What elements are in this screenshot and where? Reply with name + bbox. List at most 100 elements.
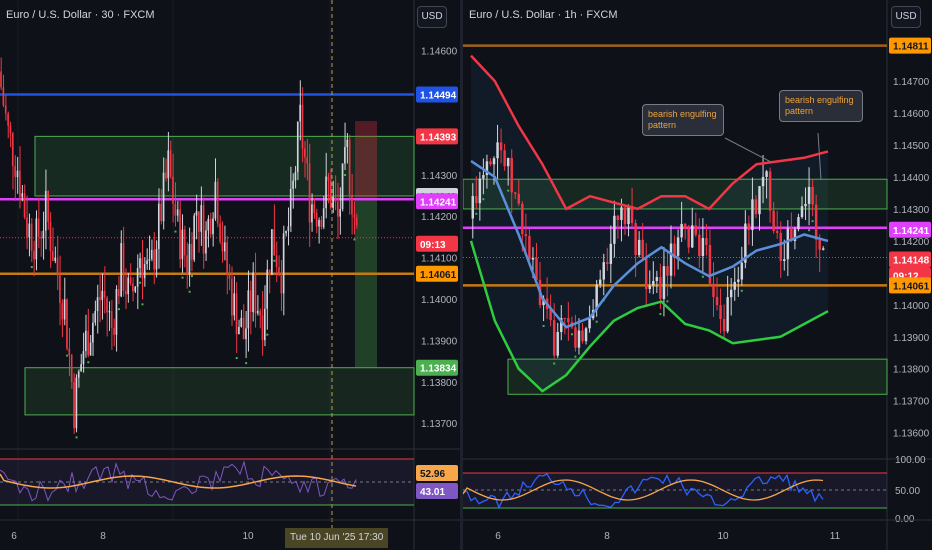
candle-body — [552, 320, 556, 356]
candle-body — [188, 244, 191, 275]
candle-body — [740, 262, 744, 280]
signal-marker — [701, 275, 704, 278]
candle-body — [174, 203, 177, 216]
candle-body — [351, 194, 353, 215]
candle-body — [61, 303, 64, 320]
candle-body — [271, 229, 273, 275]
candle-body — [499, 142, 503, 151]
candle-body — [294, 172, 297, 181]
chart-1h-svg[interactable]: 1.14700 1.14600 1.14500 1.14400 1.14300 1.142… — [463, 0, 932, 550]
candle-body — [521, 203, 524, 235]
candle-body — [641, 239, 644, 259]
price-tag: 1.13834 — [416, 359, 458, 376]
candle-body — [627, 205, 630, 225]
candle-body — [768, 171, 772, 211]
signal-marker — [188, 290, 191, 293]
candle-body — [285, 230, 287, 234]
candle-body — [588, 318, 591, 329]
signal-marker — [507, 189, 510, 192]
candle-body — [299, 104, 301, 122]
candle-body — [242, 317, 245, 340]
signal-marker — [666, 300, 669, 303]
candle-body — [694, 225, 698, 235]
candle-body — [59, 275, 61, 304]
candle-body — [99, 297, 101, 301]
candle-body — [348, 139, 351, 195]
currency-button[interactable]: USD — [417, 6, 447, 28]
candle-body — [162, 172, 165, 222]
candle-body — [637, 239, 641, 256]
price-axis-label: 1.13700 — [421, 419, 458, 430]
candle-body — [233, 293, 235, 316]
crosshair-time-label: Tue 10 Jun '25 17:30 — [285, 528, 389, 548]
rsi-tag: 52.96 — [416, 465, 458, 481]
price-axis-label: 1.13800 — [421, 378, 458, 389]
candle-body — [9, 125, 12, 134]
candle-body — [563, 318, 567, 320]
chart-30min-svg[interactable]: 1.146001.144001.143001.142001.141001.140… — [0, 0, 460, 550]
crosshair-date: Tue 10 Jun '25 — [290, 532, 356, 543]
price-axis-label: 1.14500 — [893, 141, 930, 152]
candle-body — [676, 237, 680, 256]
candle-body — [666, 266, 669, 276]
candle-body — [669, 243, 673, 276]
candle-body — [263, 308, 266, 341]
candle-body — [334, 197, 337, 202]
candle-body — [11, 133, 14, 167]
candle-body — [754, 199, 758, 215]
candle-body — [108, 311, 111, 313]
candle-body — [117, 289, 120, 297]
candle-body — [296, 121, 299, 173]
candle-body — [783, 259, 786, 261]
candle-body — [280, 274, 283, 294]
chart-pane-1h[interactable]: 1.14700 1.14600 1.14500 1.14400 1.14300 1.142… — [463, 0, 932, 550]
candle-body — [40, 236, 42, 239]
candle-body — [644, 258, 648, 290]
candle-body — [765, 171, 768, 177]
candle-body — [92, 322, 94, 343]
annotation-bearish-engulfing-1[interactable]: bearish engulfing pattern — [642, 104, 724, 136]
candle-body — [292, 180, 294, 189]
candle-body — [482, 175, 485, 179]
candle-body — [698, 234, 701, 257]
candle-body — [648, 285, 652, 290]
signal-marker — [202, 272, 205, 275]
candle-body — [77, 371, 80, 378]
candle-body — [691, 225, 694, 248]
rsi-tag-text: 43.01 — [420, 487, 445, 498]
signal-marker — [273, 259, 276, 262]
time-axis-label: 6 — [495, 531, 501, 542]
candle-body — [311, 204, 313, 223]
price-axis-label: 1.14000 — [893, 301, 930, 312]
time-axis-label: 8 — [604, 531, 610, 542]
signal-marker — [181, 276, 184, 279]
candle-body — [322, 208, 325, 228]
price-axis-label: 1.14000 — [421, 295, 458, 306]
price-tag: 09:13 — [416, 235, 458, 252]
candle-body — [261, 315, 264, 341]
candle-body — [268, 269, 271, 275]
candle-body — [320, 220, 323, 228]
candle-body — [172, 176, 174, 204]
candle-body — [190, 244, 193, 260]
signal-marker — [139, 281, 142, 284]
price-tag-text: 09:13 — [420, 240, 446, 251]
candle-body — [821, 248, 825, 250]
chart-pane-30min[interactable]: 1.146001.144001.143001.142001.141001.140… — [0, 0, 460, 550]
candle-body — [155, 249, 158, 270]
price-axis-label: 1.14600 — [893, 109, 930, 120]
candle-body — [4, 105, 7, 114]
candle-body — [634, 223, 637, 256]
candle-body — [719, 305, 722, 320]
annotation-bearish-engulfing-2[interactable]: bearish engulfing pattern — [779, 90, 863, 122]
candle-body — [715, 296, 719, 306]
candle-body — [141, 258, 144, 279]
price-tag: 1.14148 — [889, 251, 931, 268]
candle-body — [598, 279, 602, 285]
candle-body — [252, 272, 254, 312]
candle-body — [207, 218, 210, 231]
currency-button[interactable]: USD — [891, 6, 921, 28]
price-tag: 1.14393 — [416, 128, 458, 145]
signal-marker — [141, 303, 144, 306]
price-axis-label: 1.13800 — [893, 365, 930, 376]
